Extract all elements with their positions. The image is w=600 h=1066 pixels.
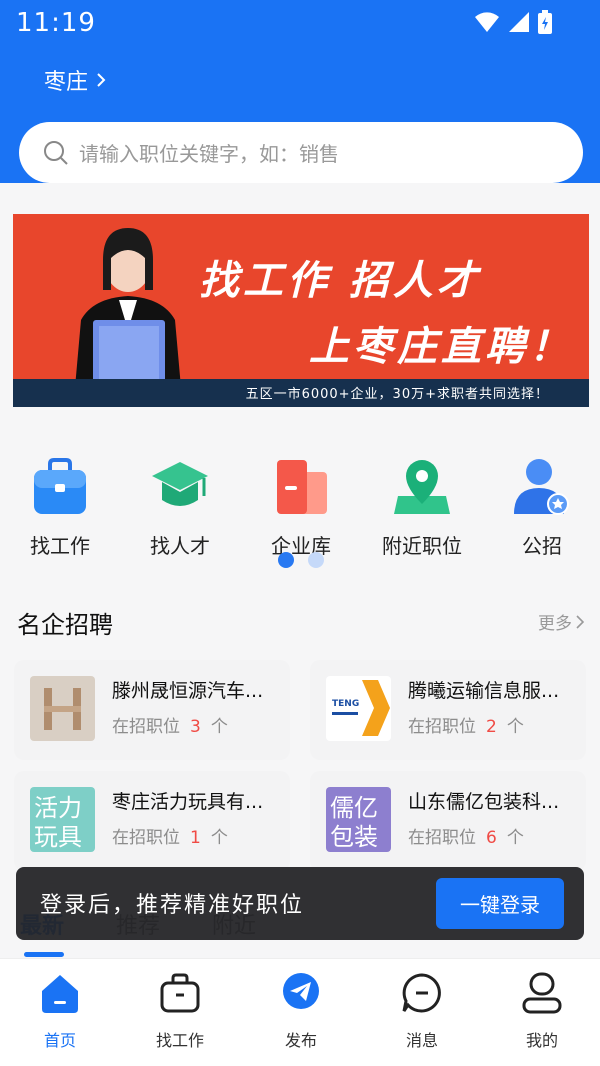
briefcase-icon (34, 458, 86, 514)
company-name: 腾曦运输信息服... (408, 680, 560, 702)
profile-icon (522, 972, 562, 1014)
nav-label: 首页 (43, 1031, 76, 1050)
company-name: 滕州晟恒源汽车... (112, 680, 264, 702)
city-selector[interactable]: 枣庄 (44, 64, 106, 96)
company-meta: 在招职位 2 个 (408, 712, 524, 737)
quick-item-company-library[interactable]: 企业库 (251, 456, 351, 559)
svg-text:玩具: 玩具 (34, 823, 82, 851)
open-positions-count: 2 (486, 717, 497, 737)
quick-label: 找工作 (30, 534, 90, 558)
open-positions-count: 3 (190, 717, 201, 737)
svg-text:TENG: TENG (332, 699, 359, 709)
city-label: 枣庄 (44, 70, 89, 95)
quick-menu: 找工作 找人才 企业库 附近职位 公招 (0, 440, 600, 558)
quick-item-public-recruit[interactable]: 公招 (492, 456, 592, 559)
search-bar[interactable]: 请输入职位关键字，如：销售 (19, 122, 583, 183)
svg-text:包装: 包装 (330, 823, 378, 851)
quick-item-nearby-jobs[interactable]: 附近职位 (372, 456, 472, 559)
promo-banner[interactable]: 找工作 招人才 上枣庄直聘！ 五区一市6000+企业，30万+求职者共同选择！ (13, 214, 589, 407)
wifi-icon (475, 12, 499, 32)
quick-label: 找人才 (150, 534, 210, 558)
nav-label: 找工作 (155, 1031, 204, 1050)
chevron-right-icon (576, 614, 584, 629)
open-positions-label: 在招职位 (112, 828, 180, 848)
company-card[interactable]: TENG 腾曦运输信息服... 在招职位 2 个 (310, 660, 586, 760)
map-pin-icon (394, 460, 450, 514)
company-card[interactable]: 滕州晟恒源汽车... 在招职位 3 个 (14, 660, 290, 760)
company-meta: 在招职位 6 个 (408, 823, 524, 848)
nav-label: 消息 (405, 1031, 438, 1050)
company-meta: 在招职位 1 个 (112, 823, 228, 848)
bottom-nav: 首页 找工作 发布 消息 我的 (0, 958, 600, 1066)
company-logo: 活力 玩具 (30, 787, 95, 852)
header: 11:19 枣庄 请输入职位关键字，如：销售 (0, 0, 600, 183)
nav-item-messages[interactable]: 消息 (372, 971, 472, 1051)
section-title-famous-companies: 名企招聘 (17, 611, 113, 639)
nav-item-find-job[interactable]: 找工作 (130, 971, 230, 1051)
chevron-right-icon (97, 73, 106, 87)
company-logo: TENG (326, 676, 391, 741)
quick-item-find-talent[interactable]: 找人才 (130, 456, 230, 559)
home-icon (42, 975, 78, 1013)
banner-tagline: 五区一市6000+企业，30万+求职者共同选择！ (245, 387, 549, 402)
open-positions-count: 1 (190, 828, 201, 848)
open-positions-label: 在招职位 (112, 717, 180, 737)
nav-item-home[interactable]: 首页 (10, 971, 110, 1051)
one-click-login-button[interactable]: 一键登录 (436, 878, 564, 929)
status-time: 11:19 (16, 8, 96, 38)
tab-indicator (24, 952, 64, 957)
count-unit: 个 (506, 717, 524, 737)
nav-label: 发布 (284, 1031, 317, 1050)
nav-item-publish[interactable]: 发布 (251, 971, 351, 1051)
company-card[interactable]: 活力 玩具 枣庄活力玩具有... 在招职位 1 个 (14, 771, 290, 871)
building-icon (277, 460, 327, 514)
search-icon (44, 140, 68, 165)
banner-headline-2: 上枣庄直聘！ (309, 324, 573, 370)
search-placeholder: 请输入职位关键字，如：销售 (79, 142, 339, 166)
status-icons (474, 10, 552, 34)
carousel-indicator (278, 552, 324, 568)
carousel-dot-active[interactable] (278, 552, 294, 568)
quick-item-find-job[interactable]: 找工作 (10, 456, 110, 559)
count-unit: 个 (210, 828, 228, 848)
briefcase-icon (160, 973, 200, 1013)
company-name: 山东儒亿包装科... (408, 791, 560, 813)
company-name: 枣庄活力玩具有... (112, 791, 264, 813)
quick-label: 公招 (522, 534, 562, 558)
banner-strip: 五区一市6000+企业，30万+求职者共同选择！ (13, 379, 589, 407)
open-positions-label: 在招职位 (408, 828, 476, 848)
count-unit: 个 (506, 828, 524, 848)
more-label: 更多 (538, 614, 572, 634)
banner-headline-1: 找工作 招人才 (199, 258, 481, 304)
open-positions-label: 在招职位 (408, 717, 476, 737)
company-logo: 儒亿 包装 (326, 787, 391, 852)
graduation-cap-icon (152, 462, 208, 506)
login-prompt-toast: 登录后，推荐精准好职位 一键登录 (16, 867, 584, 940)
svg-text:儒亿: 儒亿 (330, 794, 378, 822)
signal-icon (509, 12, 529, 32)
open-positions-count: 6 (486, 828, 497, 848)
status-bar: 11:19 (0, 0, 600, 46)
send-icon (283, 973, 319, 1009)
count-unit: 个 (210, 717, 228, 737)
svg-text:活力: 活力 (34, 794, 82, 822)
person-badge-icon (514, 459, 569, 515)
more-link[interactable]: 更多 (538, 609, 584, 634)
nav-label: 我的 (525, 1031, 558, 1050)
carousel-dot[interactable] (308, 552, 324, 568)
message-icon (402, 973, 441, 1013)
battery-icon (538, 10, 552, 34)
company-logo (30, 676, 95, 741)
quick-label: 附近职位 (382, 534, 462, 558)
login-prompt-text: 登录后，推荐精准好职位 (40, 893, 305, 918)
company-meta: 在招职位 3 个 (112, 712, 228, 737)
nav-item-profile[interactable]: 我的 (492, 971, 592, 1051)
company-card[interactable]: 儒亿 包装 山东儒亿包装科... 在招职位 6 个 (310, 771, 586, 871)
